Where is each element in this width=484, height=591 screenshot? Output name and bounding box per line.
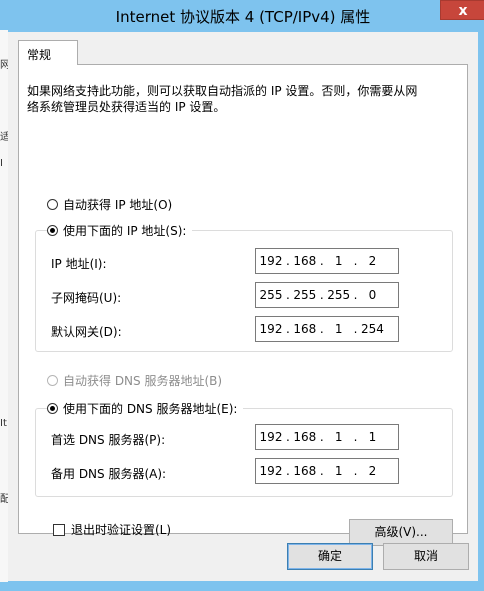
radio-auto-dns-label: 自动获得 DNS 服务器地址(B) — [63, 374, 223, 388]
close-icon: x — [458, 3, 468, 19]
radio-manual-ip[interactable]: 使用下面的 IP 地址(S): — [47, 222, 193, 239]
default-gateway-field[interactable]: 192. 168. 1. 254 — [255, 316, 399, 342]
dialog-client: 常规 如果网络支持此功能，则可以获取自动指派的 IP 设置。否则，你需要从网 络… — [8, 32, 478, 581]
octet: 192 — [259, 254, 283, 268]
radio-auto-dns[interactable]: 自动获得 DNS 服务器地址(B) — [47, 372, 222, 389]
background-window-strip: 网 适 I It 配 — [0, 30, 10, 582]
octet: 168 — [293, 322, 317, 336]
octet: 192 — [259, 322, 283, 336]
alternate-dns-label: 备用 DNS 服务器(A): — [51, 467, 167, 481]
radio-auto-ip-label: 自动获得 IP 地址(O) — [63, 198, 173, 212]
octet: 2 — [368, 464, 377, 478]
octet: 168 — [293, 254, 317, 268]
close-button[interactable]: x — [440, 0, 484, 20]
radio-manual-dns-label: 使用下面的 DNS 服务器地址(E): — [63, 402, 238, 416]
validate-on-exit-label: 退出时验证设置(L) — [71, 523, 172, 537]
subnet-mask-label: 子网掩码(U): — [51, 291, 122, 305]
window-title: Internet 协议版本 4 (TCP/IPv4) 属性 — [115, 8, 371, 26]
validate-on-exit[interactable]: 退出时验证设置(L) — [53, 521, 171, 538]
alternate-dns-field[interactable]: 192. 168. 1. 2 — [255, 458, 399, 484]
default-gateway-label: 默认网关(D): — [51, 325, 122, 339]
window-frame: 网 适 I It 配 Internet 协议版本 4 (TCP/IPv4) 属性… — [0, 0, 484, 591]
octet: 168 — [293, 464, 317, 478]
octet: 1 — [368, 430, 377, 444]
radio-manual-dns[interactable]: 使用下面的 DNS 服务器地址(E): — [47, 400, 244, 417]
octet: 1 — [334, 254, 343, 268]
radio-auto-ip[interactable]: 自动获得 IP 地址(O) — [47, 196, 172, 213]
octet: 0 — [368, 288, 377, 302]
tab-general[interactable]: 常规 — [18, 40, 78, 65]
radio-auto-ip-indicator[interactable] — [47, 199, 58, 210]
radio-manual-ip-indicator[interactable] — [47, 225, 58, 236]
octet: 192 — [259, 430, 283, 444]
preferred-dns-label: 首选 DNS 服务器(P): — [51, 433, 166, 447]
octet: 1 — [334, 430, 343, 444]
ip-address-label: IP 地址(I): — [51, 257, 107, 271]
octet: 2 — [368, 254, 377, 268]
ok-button[interactable]: 确定 — [287, 543, 373, 570]
background-fragment: It — [0, 418, 7, 429]
octet: 1 — [334, 464, 343, 478]
title-bar[interactable]: Internet 协议版本 4 (TCP/IPv4) 属性 x — [8, 0, 484, 32]
radio-auto-dns-indicator[interactable] — [47, 375, 58, 386]
octet: 255 — [259, 288, 283, 302]
tab-panel-general: 如果网络支持此功能，则可以获取自动指派的 IP 设置。否则，你需要从网 络系统管… — [18, 64, 468, 546]
advanced-button[interactable]: 高级(V)... — [349, 519, 453, 546]
description-line: 如果网络支持此功能，则可以获取自动指派的 IP 设置。否则，你需要从网 — [27, 84, 418, 98]
radio-manual-ip-label: 使用下面的 IP 地址(S): — [63, 224, 187, 238]
octet: 254 — [361, 322, 384, 336]
octet: 255 — [293, 288, 317, 302]
octet: 1 — [334, 322, 343, 336]
description: 如果网络支持此功能，则可以获取自动指派的 IP 设置。否则，你需要从网 络系统管… — [27, 83, 447, 115]
validate-on-exit-checkbox[interactable] — [53, 523, 65, 536]
description-line: 络系统管理员处获得适当的 IP 设置。 — [27, 100, 226, 114]
subnet-mask-field[interactable]: 255. 255. 255. 0 — [255, 282, 399, 308]
octet: 192 — [259, 464, 283, 478]
radio-manual-dns-indicator[interactable] — [47, 403, 58, 414]
cancel-button[interactable]: 取消 — [383, 543, 469, 570]
ip-address-field[interactable]: 192. 168. 1. 2 — [255, 248, 399, 274]
background-fragment: I — [0, 158, 3, 169]
preferred-dns-field[interactable]: 192. 168. 1. 1 — [255, 424, 399, 450]
octet: 168 — [293, 430, 317, 444]
octet: 255 — [327, 288, 351, 302]
